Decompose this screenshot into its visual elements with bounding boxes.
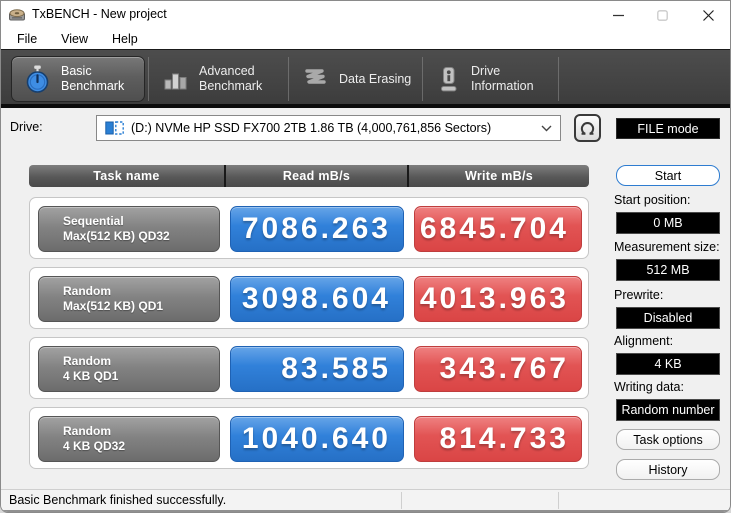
tab-separator [288, 57, 289, 101]
write-result: 6845.704 [414, 206, 582, 252]
maximize-icon [656, 9, 668, 21]
close-button[interactable] [689, 1, 727, 29]
tab-label: Drive Information [471, 64, 534, 93]
status-separator [401, 492, 402, 509]
header-task-name: Task name [93, 169, 160, 183]
chevron-down-icon [541, 125, 552, 132]
eraser-squiggle-icon [303, 67, 329, 91]
minimize-icon [612, 14, 624, 16]
read-result: 83.585 [230, 346, 404, 392]
task-button-sequential-qd32[interactable]: Sequential Max(512 KB) QD32 [38, 206, 220, 252]
tab-drive-information[interactable]: Drive Information [425, 56, 555, 102]
stopwatch-icon [24, 65, 51, 94]
write-result: 343.767 [414, 346, 582, 392]
task-button-random-4kb-qd32[interactable]: Random 4 KB QD32 [38, 416, 220, 462]
measurement-size-field[interactable]: 512 MB [616, 259, 720, 281]
tab-separator [148, 57, 149, 101]
tab-advanced-benchmark[interactable]: Advanced Benchmark [151, 56, 285, 102]
measurement-size-label: Measurement size: [614, 240, 720, 254]
task-options-button[interactable]: Task options [616, 429, 720, 450]
start-position-label: Start position: [614, 193, 691, 207]
header-write: Write mB/s [407, 165, 589, 187]
txbench-window: TxBENCH - New project File View Help Bas… [0, 0, 731, 513]
tab-label: Data Erasing [339, 71, 412, 86]
status-bar: Basic Benchmark finished successfully. [1, 489, 730, 510]
status-separator [558, 492, 559, 509]
write-result: 4013.963 [414, 276, 582, 322]
read-result: 3098.604 [230, 276, 404, 322]
menu-help[interactable]: Help [104, 30, 146, 48]
close-icon [702, 9, 714, 21]
table-row: Sequential Max(512 KB) QD32 7086.263 684… [29, 197, 589, 259]
header-read: Read mB/s [224, 165, 407, 187]
alignment-field[interactable]: 4 KB [616, 353, 720, 375]
tab-label: Basic Benchmark [61, 64, 125, 93]
prewrite-label: Prewrite: [614, 288, 664, 302]
task-button-random-qd1[interactable]: Random Max(512 KB) QD1 [38, 276, 220, 322]
tab-data-erasing[interactable]: Data Erasing [291, 56, 419, 102]
start-button[interactable]: Start [616, 165, 720, 186]
tab-label: Advanced Benchmark [199, 64, 263, 93]
drive-label: Drive: [10, 120, 43, 134]
table-row: Random 4 KB QD1 83.585 343.767 [29, 337, 589, 399]
prewrite-field[interactable]: Disabled [616, 307, 720, 329]
file-mode-button[interactable]: FILE mode [616, 118, 720, 139]
tab-separator [558, 57, 559, 101]
tab-separator [422, 57, 423, 101]
table-row: Random 4 KB QD32 1040.640 814.733 [29, 407, 589, 469]
write-result: 814.733 [414, 416, 582, 462]
drive-selected-value: (D:) NVMe HP SSD FX700 2TB 1.86 TB (4,00… [131, 121, 492, 135]
drive-select[interactable]: (D:) NVMe HP SSD FX700 2TB 1.86 TB (4,00… [96, 115, 561, 141]
bar-chart-icon [163, 66, 189, 92]
drive-partition-icon [105, 121, 124, 135]
refresh-icon [580, 121, 595, 135]
title-bar: TxBENCH - New project [1, 1, 730, 29]
tab-bar: Basic Benchmark Advanced Benchmark Data … [1, 49, 730, 108]
table-row: Random Max(512 KB) QD1 3098.604 4013.963 [29, 267, 589, 329]
drive-info-icon [437, 66, 461, 93]
maximize-button[interactable] [643, 1, 681, 29]
status-message: Basic Benchmark finished successfully. [9, 493, 227, 507]
start-position-field[interactable]: 0 MB [616, 212, 720, 234]
menu-bar: File View Help [1, 29, 730, 49]
menu-file[interactable]: File [9, 30, 45, 48]
window-title: TxBENCH - New project [32, 7, 167, 21]
writing-data-field[interactable]: Random number [616, 399, 720, 421]
menu-view[interactable]: View [53, 30, 96, 48]
history-button[interactable]: History [616, 459, 720, 480]
tab-basic-benchmark[interactable]: Basic Benchmark [11, 56, 145, 102]
app-disk-icon [9, 9, 25, 21]
read-result: 7086.263 [230, 206, 404, 252]
writing-data-label: Writing data: [614, 380, 684, 394]
alignment-label: Alignment: [614, 334, 674, 348]
benchmark-table-header: Task name Read mB/s Write mB/s [29, 165, 589, 187]
refresh-drive-button[interactable] [574, 114, 601, 142]
minimize-button[interactable] [599, 1, 637, 29]
read-result: 1040.640 [230, 416, 404, 462]
task-button-random-4kb-qd1[interactable]: Random 4 KB QD1 [38, 346, 220, 392]
